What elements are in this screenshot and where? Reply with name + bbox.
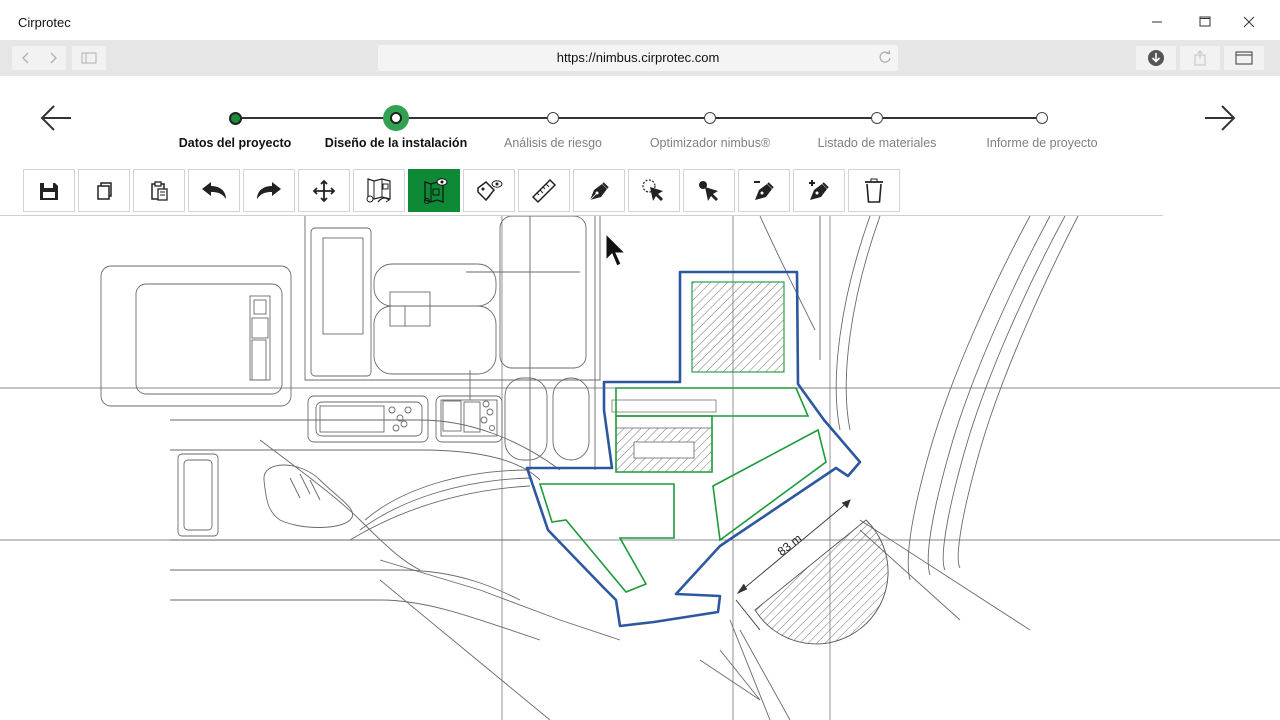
select-point-icon: [699, 180, 718, 201]
redo-button[interactable]: [243, 169, 295, 212]
tabs-icon: [81, 52, 97, 64]
copy-button[interactable]: [78, 169, 130, 212]
maximize-button[interactable]: [1182, 8, 1228, 36]
step-active-dot: [383, 105, 409, 131]
browser-bar: https://nimbus.cirprotec.com: [0, 40, 1280, 76]
select-area-button[interactable]: [628, 169, 680, 212]
redo-icon: [257, 181, 281, 199]
mouse-cursor: [604, 232, 630, 273]
chevron-left-icon: [21, 52, 28, 64]
share-button[interactable]: [1180, 46, 1220, 70]
step-pending-dot: [871, 112, 883, 124]
back-button[interactable]: [12, 46, 39, 70]
minimize-icon: [1152, 21, 1162, 23]
next-step-button[interactable]: [1202, 102, 1238, 134]
step-label: Diseño de la instalación: [324, 136, 468, 150]
dimension-label: 83 m: [775, 531, 805, 558]
step-label: Optimizador nimbus®: [649, 136, 771, 150]
view-plan-icon: [424, 177, 448, 204]
import-plan-button[interactable]: [353, 169, 405, 212]
step-pending-dot: [547, 112, 559, 124]
step-listado-materiales[interactable]: Listado de materiales: [787, 100, 967, 150]
step-informe-proyecto[interactable]: Informe de proyecto: [952, 100, 1132, 150]
share-icon: [1194, 50, 1206, 66]
step-label: Datos del proyecto: [178, 136, 292, 150]
window-icon: [1235, 51, 1253, 65]
step-label: Informe de proyecto: [986, 136, 1098, 150]
history-nav: [12, 46, 66, 70]
step-analisis-riesgo[interactable]: Análisis de riesgo: [463, 100, 643, 150]
maximize-icon: [1199, 16, 1211, 27]
pen-icon: [589, 181, 609, 200]
minimize-button[interactable]: [1134, 8, 1180, 36]
url-text: https://nimbus.cirprotec.com: [556, 50, 720, 65]
tag-view-button[interactable]: [463, 169, 515, 212]
ruler-button[interactable]: [518, 169, 570, 212]
app-window: Cirprotec https://nimbus.cirprotec.com D…: [0, 0, 1280, 720]
step-pending-dot: [704, 112, 716, 124]
trash-icon: [865, 178, 883, 203]
download-button[interactable]: [1136, 46, 1176, 70]
step-optimizador[interactable]: Optimizador nimbus®: [620, 100, 800, 150]
reload-icon: [879, 50, 891, 63]
step-label: Análisis de riesgo: [504, 136, 602, 150]
pen-remove-icon: [754, 180, 774, 200]
arrow-right-icon: [1205, 105, 1236, 131]
undo-button[interactable]: [188, 169, 240, 212]
view-plan-button[interactable]: [408, 169, 460, 212]
address-bar[interactable]: https://nimbus.cirprotec.com: [378, 45, 898, 71]
ruler-icon: [531, 178, 557, 203]
undo-icon: [202, 181, 226, 199]
select-area-icon: [642, 178, 663, 201]
step-label: Listado de materiales: [817, 136, 937, 150]
forward-button[interactable]: [39, 46, 66, 70]
arrow-left-icon: [40, 105, 71, 131]
design-toolbar: [23, 169, 903, 212]
import-plan-icon: [366, 177, 391, 202]
paste-icon: [151, 180, 168, 201]
chevron-right-icon: [50, 52, 57, 64]
plan-canvas[interactable]: 83 m: [0, 216, 1280, 720]
site-plan-drawing: 83 m: [0, 216, 1280, 720]
pen-button[interactable]: [573, 169, 625, 212]
tabs-button[interactable]: [72, 46, 106, 70]
move-button[interactable]: [298, 169, 350, 212]
title-bar: Cirprotec: [0, 0, 1280, 40]
delete-button[interactable]: [848, 169, 900, 212]
step-datos-proyecto[interactable]: Datos del proyecto: [145, 100, 325, 150]
step-done-dot: [228, 111, 242, 125]
cursor-icon: [605, 232, 627, 267]
download-icon: [1148, 50, 1164, 66]
paste-button[interactable]: [133, 169, 185, 212]
app-title: Cirprotec: [18, 15, 71, 30]
close-button[interactable]: [1226, 8, 1272, 36]
save-button[interactable]: [23, 169, 75, 212]
tag-view-icon: [477, 179, 503, 201]
reload-button[interactable]: [878, 50, 892, 69]
copy-icon: [97, 181, 112, 200]
window-mode-button[interactable]: [1224, 46, 1264, 70]
pen-add-button[interactable]: [793, 169, 845, 212]
pen-remove-button[interactable]: [738, 169, 790, 212]
save-icon: [40, 182, 58, 200]
step-pending-dot: [1036, 112, 1048, 124]
step-diseno-instalacion[interactable]: Diseño de la instalación: [306, 100, 486, 150]
select-point-button[interactable]: [683, 169, 735, 212]
previous-step-button[interactable]: [38, 102, 74, 134]
close-icon: [1243, 16, 1255, 28]
move-icon: [312, 179, 336, 202]
pen-add-icon: [809, 179, 829, 200]
